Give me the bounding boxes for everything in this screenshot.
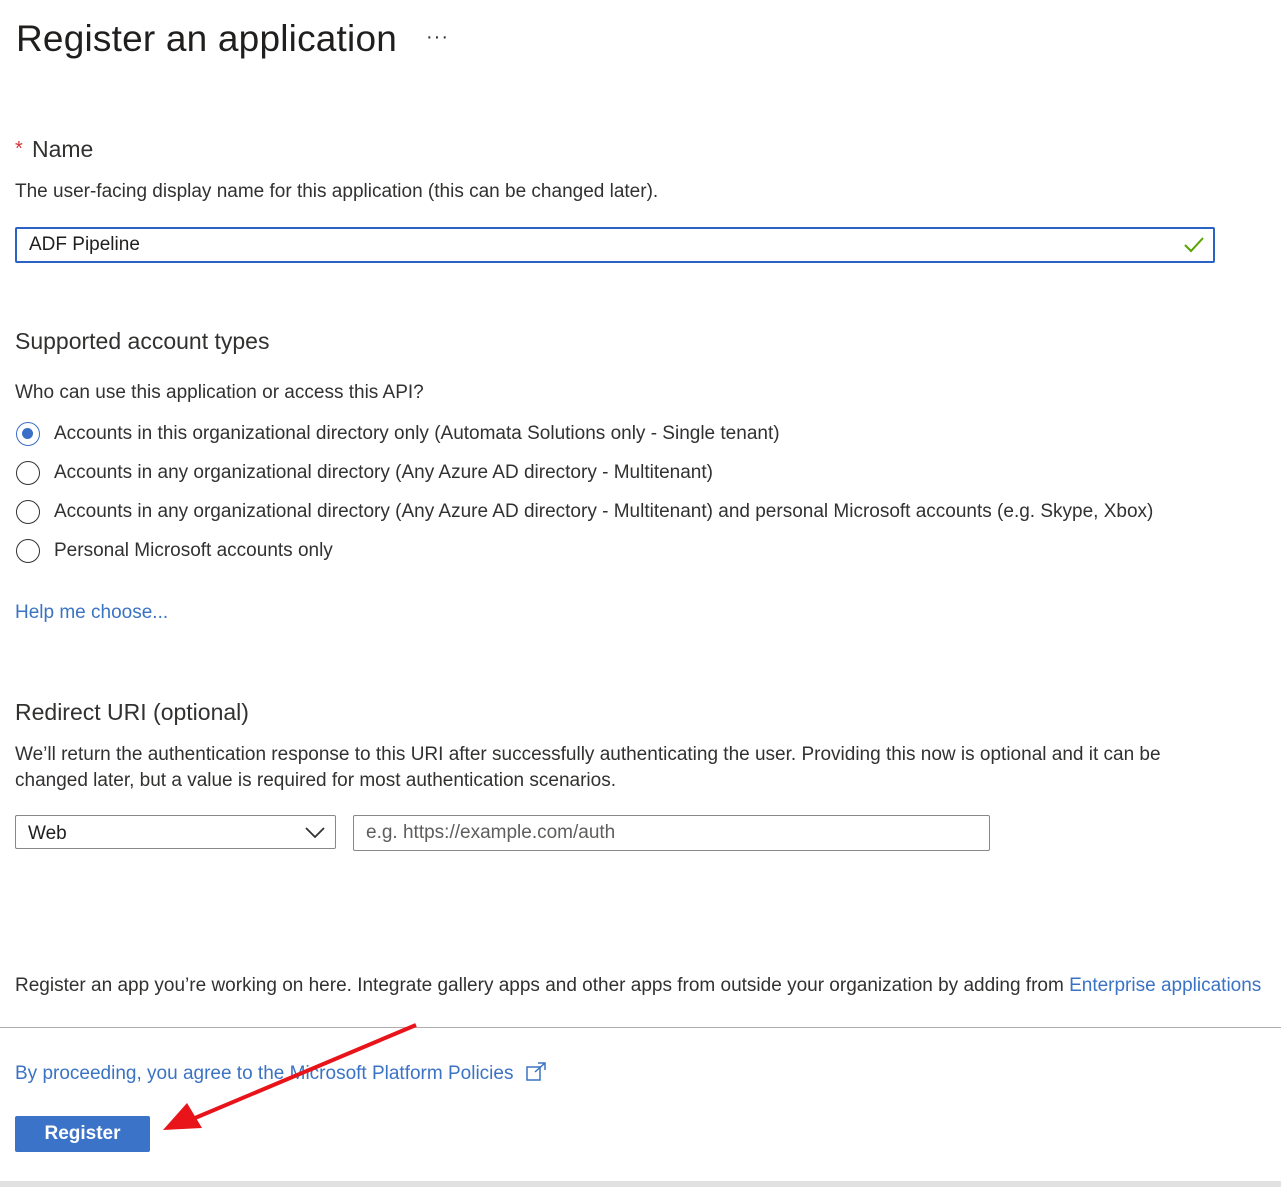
account-type-option-single-tenant[interactable]: Accounts in this organizational director… bbox=[16, 418, 780, 450]
account-type-option-multitenant-personal[interactable]: Accounts in any organizational directory… bbox=[16, 496, 1153, 528]
name-description: The user-facing display name for this ap… bbox=[15, 181, 659, 202]
radio-button[interactable] bbox=[16, 539, 40, 563]
radio-label: Accounts in this organizational director… bbox=[54, 423, 780, 444]
platform-select-value: Web bbox=[28, 823, 67, 844]
name-input[interactable]: ADF Pipeline bbox=[15, 227, 1215, 263]
redirect-uri-heading: Redirect URI (optional) bbox=[15, 699, 249, 725]
page-title: Register an application bbox=[16, 18, 397, 59]
divider bbox=[0, 1027, 1281, 1028]
radio-button[interactable] bbox=[16, 500, 40, 524]
name-heading: Name bbox=[32, 136, 94, 162]
register-note-text: Register an app you’re working on here. … bbox=[15, 975, 1070, 996]
account-type-option-multitenant[interactable]: Accounts in any organizational directory… bbox=[16, 457, 713, 489]
platform-policies-link-text[interactable]: By proceeding, you agree to the Microsof… bbox=[15, 1063, 513, 1084]
redirect-description-line2: changed later, but a value is required f… bbox=[15, 770, 616, 791]
annotation-arrow bbox=[163, 1023, 417, 1130]
chevron-down-icon bbox=[305, 827, 325, 839]
help-me-choose-link[interactable]: Help me choose... bbox=[15, 602, 168, 624]
account-types-heading: Supported account types bbox=[15, 328, 270, 354]
radio-button[interactable] bbox=[16, 461, 40, 485]
register-button[interactable]: Register bbox=[15, 1116, 150, 1152]
account-types-question: Who can use this application or access t… bbox=[15, 382, 424, 403]
external-link-icon bbox=[526, 1062, 546, 1081]
platform-policies-link[interactable]: By proceeding, you agree to the Microsof… bbox=[15, 1062, 547, 1085]
account-type-option-personal-only[interactable]: Personal Microsoft accounts only bbox=[16, 535, 333, 567]
more-options-button[interactable]: ··· bbox=[426, 26, 449, 49]
radio-label: Accounts in any organizational directory… bbox=[54, 462, 713, 483]
platform-select[interactable]: Web bbox=[15, 815, 336, 849]
register-note: Register an app you’re working on here. … bbox=[15, 975, 1261, 997]
radio-button[interactable] bbox=[16, 422, 40, 446]
redirect-description-line1: We’ll return the authentication response… bbox=[15, 744, 1161, 765]
bottom-scrollbar[interactable] bbox=[0, 1181, 1281, 1187]
required-marker: * bbox=[15, 138, 23, 160]
radio-label: Accounts in any organizational directory… bbox=[54, 501, 1154, 522]
radio-label: Personal Microsoft accounts only bbox=[54, 540, 333, 561]
enterprise-applications-link[interactable]: Enterprise applications bbox=[1069, 975, 1261, 996]
name-input-value[interactable]: ADF Pipeline bbox=[29, 234, 140, 256]
checkmark-icon bbox=[1184, 237, 1204, 253]
redirect-uri-input[interactable] bbox=[353, 815, 990, 851]
